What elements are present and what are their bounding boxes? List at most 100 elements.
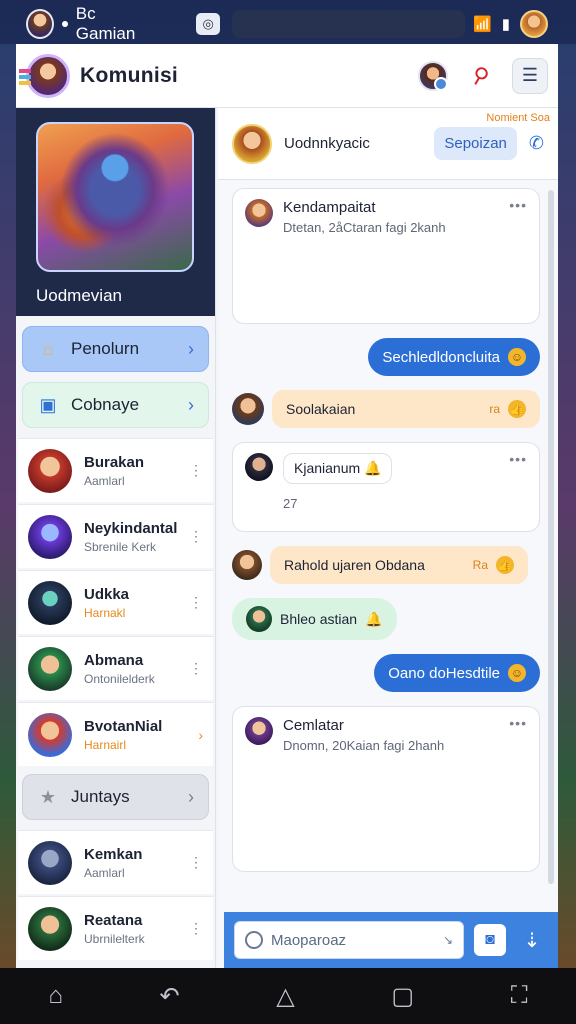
thumbs-up-icon: 👍: [508, 400, 526, 418]
more-icon[interactable]: ⋮: [189, 660, 203, 677]
hero-artwork[interactable]: [36, 122, 194, 272]
more-icon[interactable]: ⋮: [189, 920, 203, 937]
send-button[interactable]: ⇣: [516, 924, 548, 956]
contact-list-secondary: Kemkan Aamlarl ⋮ Reatana Ubrnilelterk ⋮: [16, 830, 215, 960]
message-title: Kendampaitat: [283, 199, 376, 216]
sidebar-group-label: Juntays: [71, 787, 130, 806]
message-card: ••• Kjanianum 🔔 27: [232, 442, 540, 532]
more-icon[interactable]: ⋮: [189, 462, 203, 479]
message-subtitle: Dtetan, 2åCtaran fagi 2kanh: [283, 220, 446, 235]
contact-avatar: [28, 646, 72, 691]
home-icon: ⌂: [42, 338, 54, 359]
user-avatar-button[interactable]: [418, 60, 448, 91]
sidebar-primary-button[interactable]: ⌂ Penolurn ›: [22, 326, 209, 372]
camera-button[interactable]: ◙: [474, 924, 506, 956]
more-icon[interactable]: ⋮: [189, 528, 203, 545]
incoming-bubble: Rahold ujaren Obdana Ra 👍: [270, 546, 528, 584]
message-text: Sechledldoncluita: [382, 348, 500, 366]
message-row: Bhleo astian 🔔: [232, 598, 540, 640]
chat-panel: Nomient Soa Uodnnkyacic Sepoizan ✆ ••• K…: [218, 108, 558, 968]
phone-icon[interactable]: ✆: [529, 133, 544, 154]
composer-bar: Maoparoaz ↘ ◙ ⇣: [224, 912, 558, 968]
menu-button[interactable]: ☰: [512, 57, 548, 94]
message-text: Rahold ujaren Obdana: [284, 557, 425, 573]
home-button-icon[interactable]: △: [276, 982, 294, 1011]
mic-icon: ⚲: [467, 60, 494, 90]
chat-action-button[interactable]: Sepoizan: [434, 127, 517, 160]
contact-avatar: [28, 448, 72, 493]
chevron-right-icon: ›: [188, 394, 194, 415]
contact-name: Neykindantal: [84, 519, 177, 537]
battery-icon: ▮: [501, 16, 510, 33]
contact-avatar: [28, 514, 72, 559]
contact-status: Sbrenile Kerk: [84, 539, 157, 554]
more-icon[interactable]: ›: [198, 727, 203, 743]
contact-item[interactable]: BvotanNial Harnairl ›: [18, 702, 213, 766]
contact-item[interactable]: Neykindantal Sbrenile Kerk ⋮: [18, 504, 213, 568]
status-dot: [62, 21, 68, 27]
chat-scrollbar[interactable]: [548, 190, 554, 884]
attach-icon[interactable]: ↘: [443, 933, 453, 947]
app-window: Komunisi ⚲ ☰ Uodmevian ⌂ Penolurn › ▣ Co…: [16, 44, 558, 968]
app-title: Komunisi: [80, 63, 179, 87]
contact-status: Harnairl: [84, 737, 127, 752]
sidebar-secondary-button[interactable]: ▣ Cobnaye ›: [22, 382, 209, 428]
contact-item[interactable]: Abmana Ontonilelderk ⋮: [18, 636, 213, 700]
app-header: Komunisi ⚲ ☰: [16, 44, 558, 108]
recents-icon[interactable]: ▢: [391, 982, 414, 1011]
status-title: Bc Gamian: [75, 4, 136, 43]
store-icon: ▣: [39, 394, 57, 415]
message-tag: Ra: [472, 558, 488, 572]
contact-name: Burakan: [84, 453, 145, 471]
back-icon[interactable]: ↶: [160, 982, 180, 1011]
message-avatar: [246, 606, 272, 632]
more-icon[interactable]: ⋮: [189, 854, 203, 871]
incoming-bubble: Bhleo astian 🔔: [232, 598, 397, 640]
more-horizontal-icon[interactable]: •••: [509, 715, 527, 731]
message-avatar: [245, 199, 273, 227]
message-row: Oano doHesdtile ☺: [232, 654, 540, 692]
contact-name: Abmana: [84, 651, 144, 669]
smile-icon: ☺: [508, 664, 526, 682]
status-icons: 📶 ▮: [473, 10, 548, 38]
message-avatar: [245, 453, 273, 481]
screenshot-icon[interactable]: ⛶: [511, 982, 528, 1010]
chevron-right-icon: ›: [188, 338, 194, 359]
star-icon: ★: [39, 786, 57, 807]
contact-item[interactable]: Reatana Ubrnilelterk ⋮: [18, 896, 213, 960]
more-horizontal-icon[interactable]: •••: [509, 197, 527, 213]
list-icon: ☰: [521, 65, 539, 85]
message-text: Soolakaian: [286, 401, 356, 417]
contact-item[interactable]: Kemkan Aamlarl ⋮: [18, 830, 213, 894]
message-card: ••• Cemlatar Dnomn, 20Kaian fagi 2hanh: [232, 706, 540, 872]
system-nav-bar: ⌂ ↶ △ ▢ ⛶: [0, 968, 576, 1024]
app-switch-icon[interactable]: ◎: [196, 13, 221, 35]
header-actions: ⚲ ☰: [418, 57, 548, 94]
chat-contact-avatar[interactable]: [232, 123, 272, 164]
message-title-text: Kjanianum: [294, 460, 361, 476]
profile-avatar[interactable]: [520, 10, 548, 38]
contact-item[interactable]: Burakan Aamlarl ⋮: [18, 438, 213, 502]
message-input[interactable]: Maoparoaz ↘: [234, 921, 464, 959]
message-list: ••• Kendampaitat Dtetan, 2åCtaran fagi 2…: [218, 180, 544, 908]
status-pill: [232, 10, 466, 38]
background-strip-right: [558, 44, 576, 968]
contact-status: Aamlarl: [84, 473, 125, 488]
message-row: Soolakaian ra 👍: [232, 390, 540, 428]
app-logo: [19, 53, 70, 98]
chat-top-link[interactable]: Nomient Soa: [486, 112, 550, 124]
message-title: Cemlatar: [283, 717, 344, 734]
chat-contact-name: Uodnnkyacic: [284, 135, 370, 152]
message-avatar: [245, 717, 273, 745]
thumbs-up-icon: 👍: [496, 556, 514, 574]
home-icon[interactable]: ⌂: [48, 982, 63, 1010]
outgoing-bubble: Oano doHesdtile ☺: [374, 654, 540, 692]
contact-avatar: [28, 580, 72, 625]
more-horizontal-icon[interactable]: •••: [509, 451, 527, 467]
mic-button[interactable]: ⚲: [462, 58, 498, 94]
contact-item[interactable]: Udkka Harnakl ⋮: [18, 570, 213, 634]
emoji-picker-icon[interactable]: [245, 931, 263, 949]
sidebar-group-button[interactable]: ★ Juntays ›: [22, 774, 209, 820]
more-icon[interactable]: ⋮: [189, 594, 203, 611]
outgoing-bubble: Sechledldoncluita ☺: [368, 338, 540, 376]
